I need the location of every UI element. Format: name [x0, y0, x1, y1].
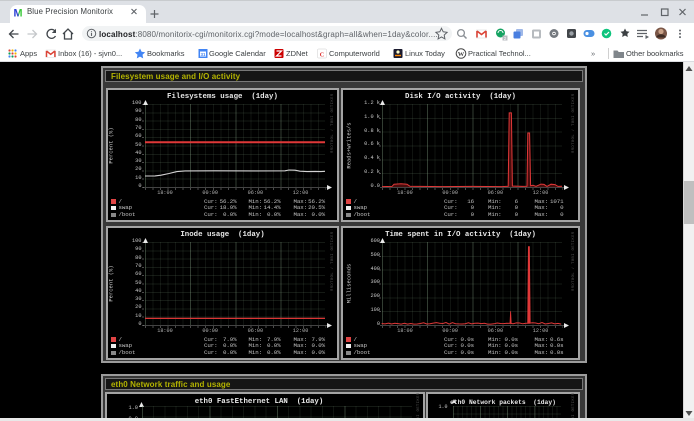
svg-text:W: W	[458, 51, 465, 58]
svg-text:M: M	[14, 7, 23, 19]
svg-text:C: C	[320, 51, 325, 58]
svg-text:31: 31	[200, 52, 206, 57]
